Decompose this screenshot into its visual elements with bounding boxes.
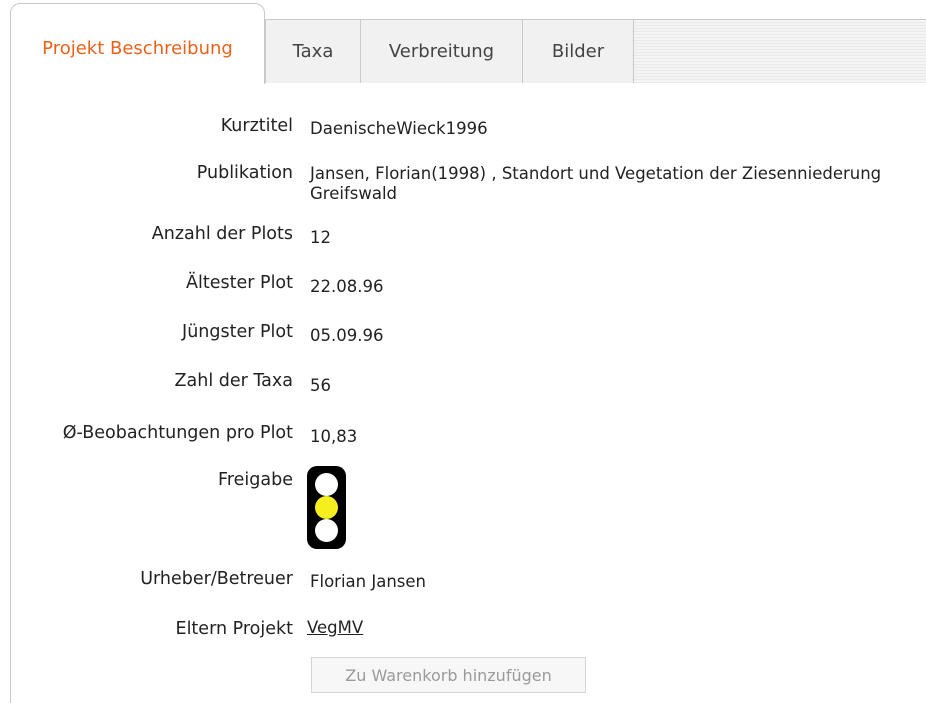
tab-verbreitung[interactable]: Verbreitung	[360, 19, 523, 83]
publikation-line-2: Greifswald	[310, 184, 398, 203]
kurztitel-label: Kurztitel	[220, 116, 293, 136]
traffic-light-icon	[307, 466, 346, 549]
traffic-light-top	[315, 473, 338, 496]
zahl-taxa-value: 56	[310, 376, 331, 395]
tab-projekt-beschreibung[interactable]: Projekt Beschreibung	[10, 3, 265, 84]
eltern-projekt-label: Eltern Projekt	[175, 619, 293, 639]
aeltester-plot-value: 22.08.96	[310, 277, 384, 296]
zahl-taxa-label: Zahl der Taxa	[174, 371, 293, 391]
add-to-cart-button[interactable]: Zu Warenkorb hinzufügen	[311, 657, 586, 693]
freigabe-label: Freigabe	[218, 470, 293, 490]
urheber-value: Florian Jansen	[310, 572, 426, 591]
publikation-value: Jansen, Florian(1998) , Standort und Veg…	[310, 164, 881, 204]
eltern-projekt-value: VegMV	[307, 618, 363, 637]
publikation-label: Publikation	[196, 163, 293, 183]
juengster-plot-label: Jüngster Plot	[182, 322, 293, 342]
traffic-light-middle	[315, 496, 338, 519]
kurztitel-value: DaenischeWieck1996	[310, 119, 488, 138]
beobachtungen-value: 10,83	[310, 427, 358, 446]
anzahl-plots-value: 12	[310, 228, 331, 247]
tab-taxa[interactable]: Taxa	[265, 19, 361, 83]
tab-filler	[633, 19, 926, 83]
anzahl-plots-label: Anzahl der Plots	[151, 224, 293, 244]
publikation-line-1: Jansen, Florian(1998) , Standort und Veg…	[310, 164, 882, 183]
aeltester-plot-label: Ältester Plot	[186, 273, 293, 293]
eltern-projekt-link[interactable]: VegMV	[307, 618, 363, 637]
tab-bar: Projekt Beschreibung Taxa Verbreitung Bi…	[0, 0, 926, 84]
tab-bilder[interactable]: Bilder	[522, 19, 634, 83]
juengster-plot-value: 05.09.96	[310, 326, 384, 345]
beobachtungen-label: Ø-Beobachtungen pro Plot	[62, 423, 293, 443]
urheber-label: Urheber/Betreuer	[140, 569, 293, 589]
traffic-light-bottom	[315, 519, 338, 542]
